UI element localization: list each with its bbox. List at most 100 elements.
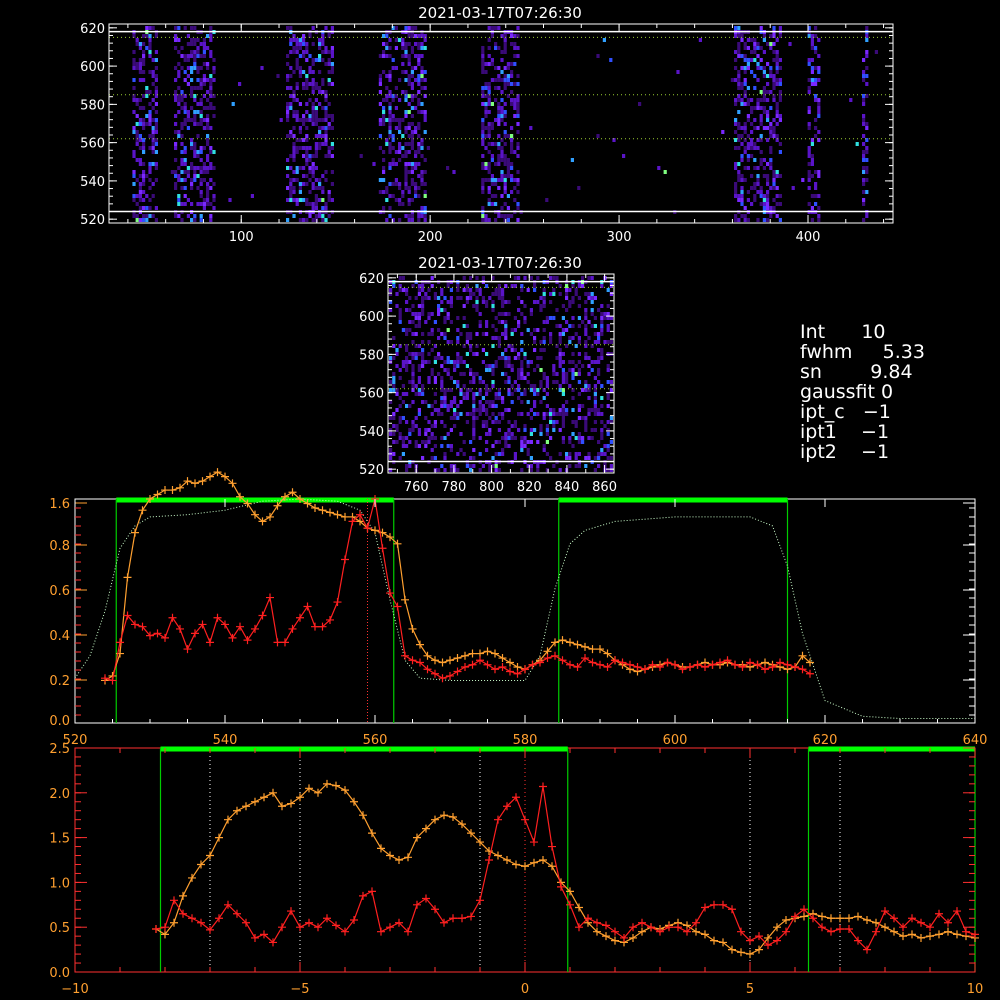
top-heatmap-cell [298,146,302,150]
profile-red-series-point [468,660,477,669]
top-heatmap-cell [138,58,142,62]
top-heatmap-cell [414,54,418,58]
zoom-heatmap-cell [600,428,604,432]
top-heatmap-cell [766,218,770,222]
zoom-heatmap-cell [465,464,469,468]
top-heatmap-cell [410,46,414,50]
zoom-heatmap-cell [561,404,565,408]
zoom-heatmap-cell [408,380,412,384]
top-heatmap-cell [151,82,155,86]
zoom-heatmap-cell [389,388,393,392]
zoom-heatmap-cell [609,380,613,384]
zoom-heatmap-ytick-label: 620 [359,272,384,287]
zoom-heatmap-cell [405,468,409,472]
zoom-heatmap-cell [565,292,569,296]
top-heatmap-cell [500,114,504,118]
profile-red-series-point [401,651,409,660]
top-heatmap-cell [510,190,514,194]
zoom-heatmap-cell [568,384,572,388]
top-heatmap-cell [382,150,386,154]
top-heatmap-cell [202,46,206,50]
offset-red-series-point [926,923,934,932]
zoom-heatmap-cell [411,372,415,376]
zoom-heatmap-cell [609,416,613,420]
top-heatmap-cell [174,186,178,190]
top-heatmap-cell [305,82,309,86]
offset-ytick-label: 1.0 [49,876,70,891]
zoom-heatmap-cell [558,352,562,356]
top-heatmap-cell [289,190,293,194]
top-heatmap-cell [202,178,206,182]
top-heatmap-cell [676,70,680,74]
top-heatmap-cell [481,154,485,158]
zoom-heatmap-cell [472,400,476,404]
top-heatmap-cell [382,98,386,102]
top-heatmap-cell [753,146,757,150]
zoom-heatmap-cell [430,436,434,440]
offset-orange-series-point [908,930,916,939]
top-heatmap-cell [279,118,283,122]
top-heatmap-cell [206,154,210,158]
zoom-heatmap-cell [494,404,498,408]
top-heatmap-cell [174,146,178,150]
zoom-heatmap-cell [609,440,613,444]
zoom-heatmap-cell [488,416,492,420]
zoom-heatmap-cell [536,300,540,304]
top-heatmap-cell [772,170,776,174]
top-heatmap-cell [305,46,309,50]
top-heatmap-cell [154,78,158,82]
top-heatmap-cell [180,66,184,70]
top-heatmap-cell [321,50,325,54]
zoom-heatmap-cell [427,316,431,320]
zoom-heatmap-cell [590,360,594,364]
zoom-heatmap-ytick-label: 580 [359,348,384,363]
zoom-heatmap-cell [513,436,517,440]
top-heatmap-cell [295,114,299,118]
top-heatmap-cell [740,214,744,218]
top-heatmap-cell [190,182,194,186]
top-heatmap-cell [330,142,334,146]
top-heatmap-cell [420,66,424,70]
top-heatmap-cell [295,50,299,54]
top-heatmap-cell [743,146,747,150]
zoom-heatmap-cell [478,288,482,292]
top-heatmap-cell [202,50,206,54]
zoom-heatmap-cell [478,436,482,440]
top-heatmap-cell [151,130,155,134]
zoom-heatmap-cell [462,452,466,456]
top-heatmap-cell [193,122,197,126]
top-heatmap-cell [180,158,184,162]
top-heatmap-cell [756,146,760,150]
zoom-heatmap-cell [401,360,405,364]
top-heatmap-cell [295,62,299,66]
top-heatmap-cell [142,106,146,110]
zoom-heatmap-cell [600,312,604,316]
zoom-heatmap-cell [558,412,562,416]
zoom-heatmap-cell [517,368,521,372]
profile-frame [74,498,976,724]
zoom-heatmap-cell [497,412,501,416]
zoom-heatmap-cell [600,448,604,452]
zoom-heatmap-cell [558,332,562,336]
top-heatmap-cell [772,50,776,54]
profile-orange-series-point [581,642,589,651]
top-heatmap-cell [148,54,152,58]
top-heatmap-cell [577,186,581,190]
zoom-heatmap-cell [497,312,501,316]
top-heatmap-cell [487,82,491,86]
zoom-heatmap-cell [529,416,533,420]
top-heatmap-cell [199,118,203,122]
offset-orange-series-point [440,811,448,820]
profile-orange-series-point [206,472,214,481]
zoom-heatmap-cell [593,420,597,424]
zoom-heatmap-cell [504,356,508,360]
zoom-heatmap-cell [597,340,601,344]
zoom-heatmap-cell [411,312,415,316]
top-heatmap-cell [817,98,821,102]
top-heatmap-cell [775,214,779,218]
zoom-heatmap-cell [459,372,463,376]
top-heatmap-cell [746,198,750,202]
top-heatmap-cell [807,106,811,110]
zoom-heatmap-cell [584,420,588,424]
top-heatmap-cell [302,86,306,90]
